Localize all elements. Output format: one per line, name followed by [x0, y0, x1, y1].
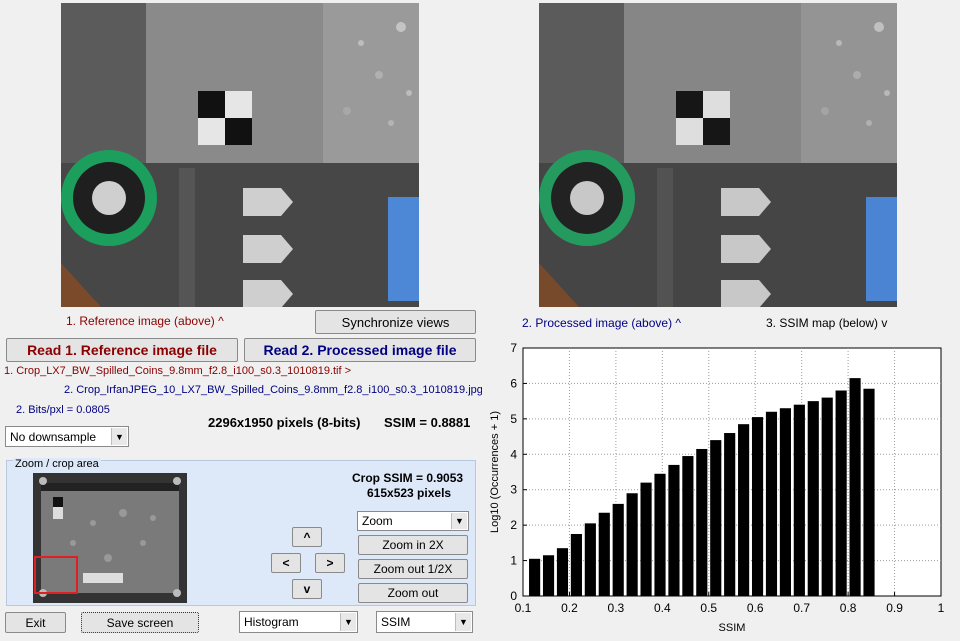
histogram-bar: [751, 417, 764, 596]
y-tick-label: 5: [510, 412, 517, 426]
histogram-bar: [584, 523, 596, 596]
plot-type-select-value: Histogram: [244, 615, 299, 629]
crop-thumbnail-content: [33, 473, 187, 603]
exit-button[interactable]: Exit: [5, 612, 66, 633]
read-reference-button[interactable]: Read 1. Reference image file: [6, 338, 238, 362]
image-info: 2296x1950 pixels (8-bits): [208, 415, 361, 430]
pan-left-button[interactable]: <: [271, 553, 301, 573]
x-tick-label: 0.9: [886, 601, 903, 615]
y-axis-label-text: Log10 (Occurrences + 1): [489, 411, 501, 533]
processed-image-content: [539, 3, 897, 307]
processed-file-name: 2. Crop_IrfanJPEG_10_LX7_BW_Spilled_Coin…: [64, 384, 492, 396]
y-tick-label: 3: [510, 483, 517, 497]
processed-caption: 2. Processed image (above) ^: [522, 316, 682, 330]
save-screen-button[interactable]: Save screen: [81, 612, 199, 633]
y-tick-label: 6: [510, 376, 517, 390]
crop-thumbnail[interactable]: [33, 473, 187, 603]
histogram-bar: [849, 378, 861, 596]
histogram-bar: [682, 456, 694, 596]
zoom-mode-select-value: Zoom: [362, 514, 393, 528]
histogram-bar: [724, 433, 736, 596]
ssim-value: SSIM = 0.8881: [384, 415, 471, 430]
histogram-bar: [738, 424, 750, 596]
zoom-mode-select[interactable]: Zoom ▼: [357, 511, 469, 531]
histogram-bar: [710, 440, 722, 596]
reference-file-name: 1. Crop_LX7_BW_Spilled_Coins_9.8mm_f2.8_…: [4, 365, 352, 377]
zoom-crop-panel: Zoom / crop area Crop SSIM = 0.9053 615x…: [6, 458, 476, 606]
histogram-bar: [654, 473, 666, 596]
chevron-down-icon: ▼: [455, 613, 471, 631]
pan-down-button[interactable]: v: [292, 579, 322, 599]
chevron-down-icon: ▼: [340, 613, 356, 631]
x-tick-label: 0.7: [793, 601, 810, 615]
histogram-bar: [863, 388, 875, 596]
plot-type-select[interactable]: Histogram ▼: [239, 611, 358, 633]
y-tick-label: 0: [510, 589, 517, 603]
chevron-down-icon: ▼: [111, 428, 127, 445]
reference-image[interactable]: [61, 3, 419, 307]
crop-size: 615x523 pixels: [367, 486, 452, 500]
processed-image[interactable]: [539, 3, 897, 307]
x-tick-label: 0.6: [747, 601, 764, 615]
histogram-bar: [570, 534, 582, 596]
crop-ssim: Crop SSIM = 0.9053: [352, 471, 464, 485]
histogram-bar: [835, 390, 847, 596]
histogram-bar: [598, 512, 610, 596]
y-tick-label: 7: [510, 341, 517, 355]
zoom-panel-title: Zoom / crop area: [13, 458, 101, 470]
histogram-bar: [696, 448, 708, 596]
zoom-in-button[interactable]: Zoom in 2X: [358, 535, 468, 555]
histogram-bar: [765, 411, 778, 596]
x-tick-label: 0.1: [515, 601, 532, 615]
histogram-bar: [779, 408, 791, 596]
x-tick-label: 0.4: [654, 601, 671, 615]
zoom-out-button[interactable]: Zoom out: [358, 583, 468, 603]
pan-up-button[interactable]: ^: [292, 527, 322, 547]
y-tick-label: 2: [510, 518, 517, 532]
y-tick-label: 1: [510, 554, 517, 568]
metric-select[interactable]: SSIM ▼: [376, 611, 473, 633]
x-tick-label: 0.3: [608, 601, 625, 615]
read-processed-button[interactable]: Read 2. Processed image file: [244, 338, 476, 362]
histogram-bar: [668, 464, 680, 596]
synchronize-views-button[interactable]: Synchronize views: [315, 310, 476, 334]
histogram-bar: [793, 404, 805, 596]
x-tick-label: 1: [938, 601, 945, 615]
ssim-histogram-svg: 0.1 0.2 0.3 0.4 0.5 0.6 0.7 0.8 0.9 1 0 1 2 3 4 5 6 7 SS…: [482, 338, 958, 638]
histogram-bar: [626, 493, 638, 596]
histogram-bar: [807, 401, 819, 596]
y-tick-label: 4: [510, 447, 517, 461]
histogram-bar: [542, 555, 555, 596]
chevron-down-icon: ▼: [451, 513, 467, 529]
x-tick-label: 0.5: [700, 601, 717, 615]
ssim-map-caption: 3. SSIM map (below) v: [766, 316, 888, 330]
histogram-bar: [612, 503, 624, 596]
histogram-bar: [821, 397, 833, 596]
reference-image-content: [61, 3, 419, 307]
downsample-select[interactable]: No downsample ▼: [5, 426, 129, 447]
x-axis-label: SSIM: [719, 622, 746, 634]
pan-right-button[interactable]: >: [315, 553, 345, 573]
downsample-select-value: No downsample: [10, 429, 97, 444]
y-axis-label: Log10 (Occurrences + 1): [489, 411, 501, 533]
bits-per-pixel: 2. Bits/pxl = 0.0805: [16, 404, 110, 416]
metric-select-value: SSIM: [381, 615, 411, 629]
zoom-out-half-button[interactable]: Zoom out 1/2X: [358, 559, 468, 579]
histogram-bar: [640, 482, 652, 596]
ssim-histogram: 0.1 0.2 0.3 0.4 0.5 0.6 0.7 0.8 0.9 1 0 1 2 3 4 5 6 7 SS…: [482, 338, 958, 638]
histogram-bar: [529, 558, 541, 596]
x-tick-label: 0.2: [561, 601, 578, 615]
x-tick-label: 0.8: [840, 601, 857, 615]
histogram-bar: [556, 548, 569, 596]
reference-caption: 1. Reference image (above) ^: [66, 314, 224, 328]
